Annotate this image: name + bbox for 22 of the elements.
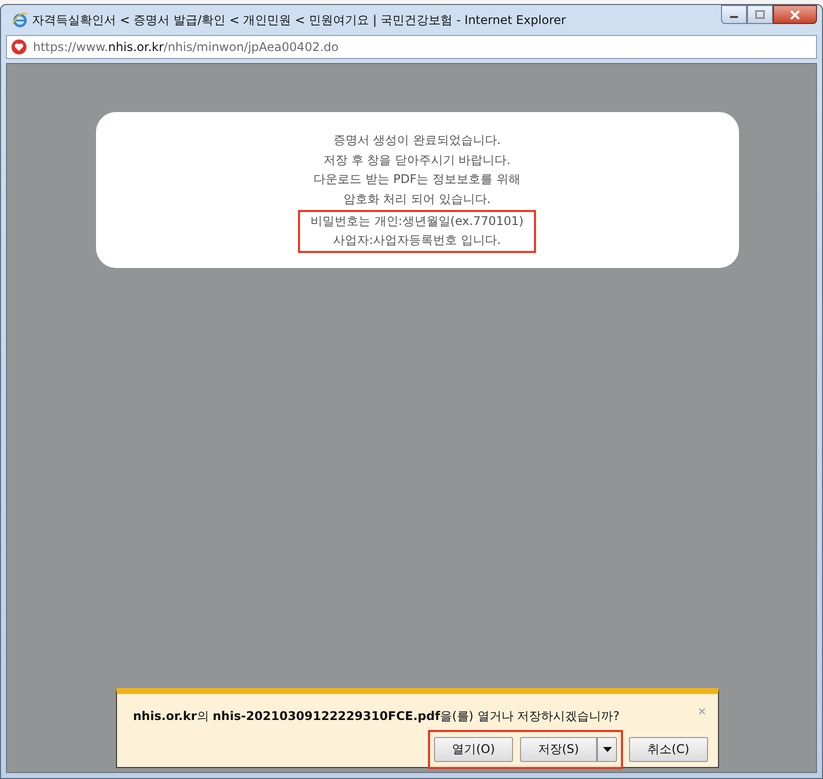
caret-icon [602, 747, 612, 752]
minimize-button[interactable] [721, 5, 747, 24]
maximize-button[interactable] [747, 5, 773, 24]
message-text: 증명서 생성이 완료되었습니다. [333, 132, 501, 150]
dropdown-button[interactable] [597, 737, 617, 762]
save-button[interactable]: 저장(S) [520, 737, 597, 762]
close-icon [789, 10, 801, 20]
close-button[interactable] [773, 5, 817, 24]
maximize-icon [755, 10, 765, 19]
site-icon [11, 39, 27, 55]
dialog-button[interactable]: 취소(C) [629, 737, 708, 762]
dialog-button[interactable]: 열기(O) [434, 737, 513, 762]
browser-logo-icon [12, 12, 28, 28]
window-title: 자격득실확인서 < 증명서 발급/확인 < 개인민원 < 민원여기요 | 국민건강보험 - Internet Explorer [32, 12, 566, 28]
message-text: 비밀번호는 개인:생년월일(ex.770101) [310, 212, 524, 230]
message-text: 저장 후 창을 닫아주시기 바랍니다. [323, 152, 511, 169]
download-prompt: nhis.or.kr의 nhis-20210309122229310FCE.pdf을(를) 열거나 저장하시겠습니까? [133, 708, 620, 725]
message-text: 사업자:사업자등록번호 입니다. [333, 232, 501, 250]
message-text: 암호화 처리 되어 있습니다. [343, 191, 491, 208]
message-text: 다운로드 받는 PDF는 정보보호를 위해 [314, 171, 520, 188]
address-field[interactable]: https://www.nhis.or.kr/nhis/minwon/jpAea00402.do [6, 35, 817, 59]
url-text: https://www.nhis.or.kr/nhis/minwon/jpAea00402.do [33, 40, 339, 54]
